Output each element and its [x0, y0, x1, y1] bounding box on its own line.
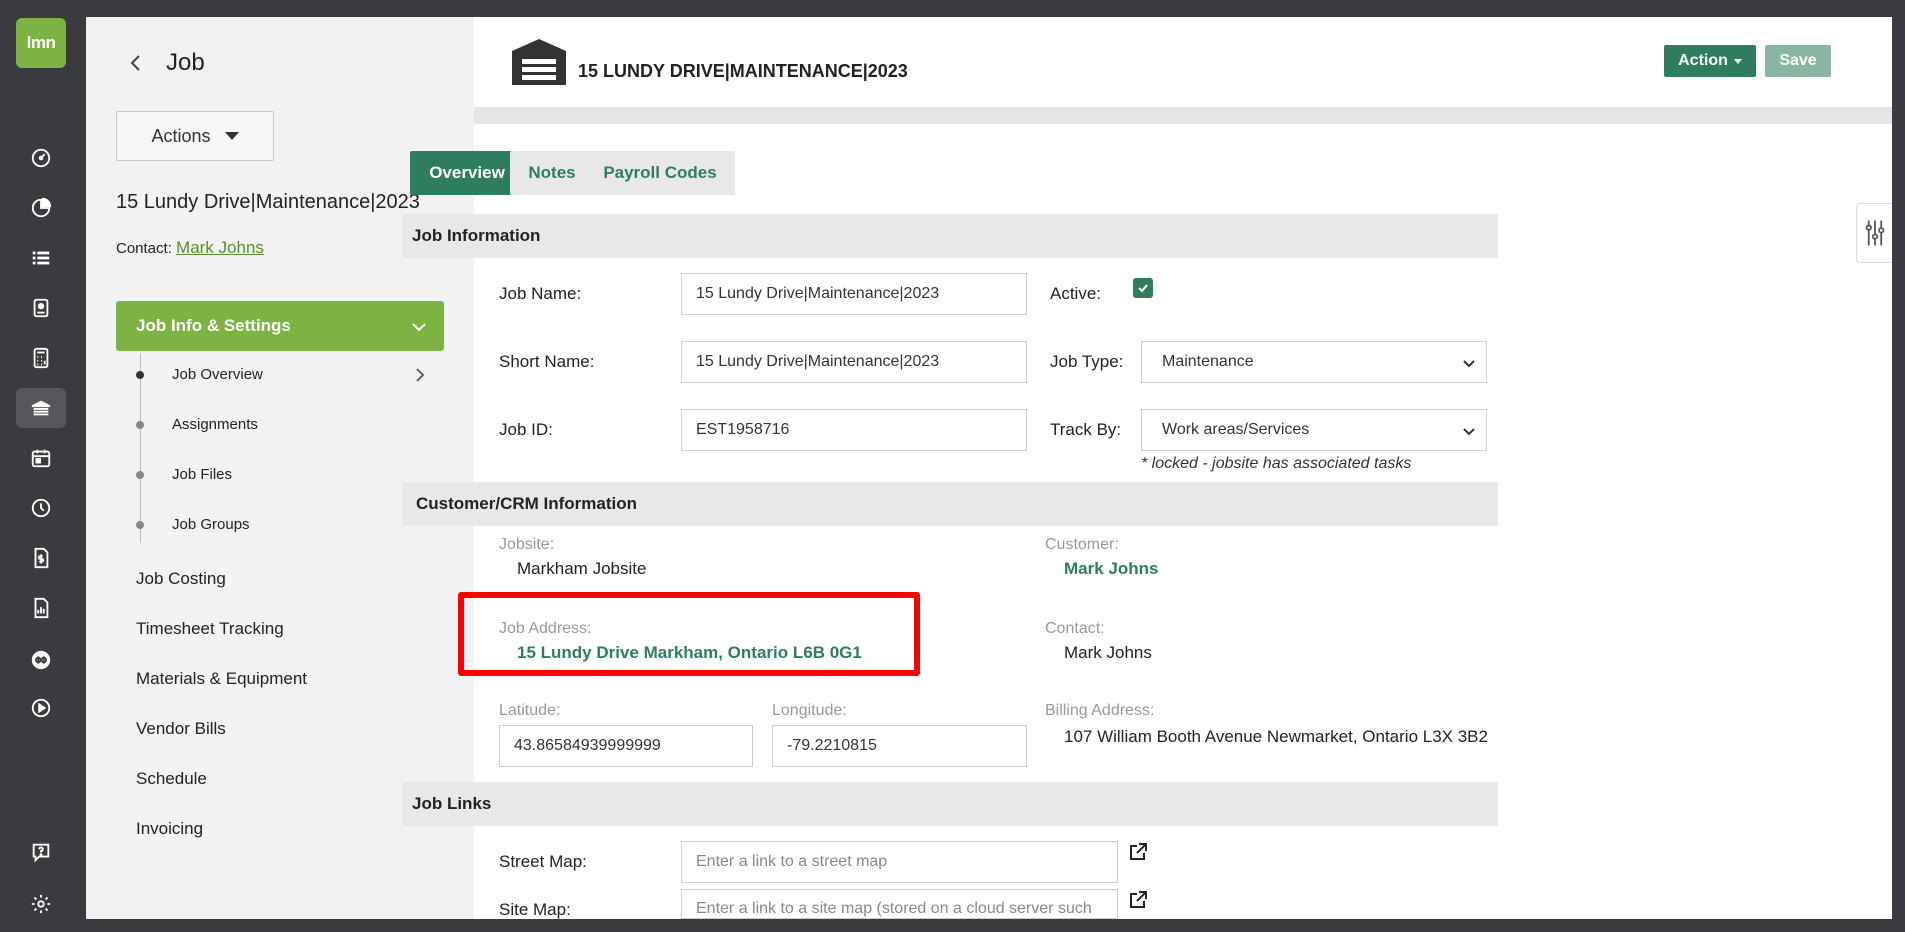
track-by-value: Work areas/Services [1162, 421, 1310, 438]
chevron-down-icon [412, 323, 426, 332]
header-title: 15 LUNDY DRIVE|MAINTENANCE|2023 [578, 61, 908, 81]
back-chevron-icon[interactable] [126, 53, 146, 73]
quickbooks-icon[interactable] [16, 640, 66, 680]
check-icon [1138, 284, 1148, 293]
section-label: Job Info & Settings [136, 316, 291, 335]
logo-text: lmn [26, 33, 56, 52]
track-by-select[interactable]: Work areas/Services [1141, 409, 1487, 451]
subitem-assignments[interactable]: Assignments [172, 416, 258, 433]
longitude-label: Longitude: [772, 702, 847, 719]
external-link-icon[interactable] [1128, 890, 1148, 910]
nav-schedule[interactable]: Schedule [136, 769, 207, 789]
invoice-icon[interactable] [16, 538, 66, 578]
report-icon[interactable] [16, 588, 66, 628]
job-id-label: Job ID: [499, 420, 553, 439]
chart-pie-icon[interactable] [16, 188, 66, 228]
job-name-input[interactable]: 15 Lundy Drive|Maintenance|2023 [681, 273, 1027, 315]
job-type-select[interactable]: Maintenance [1141, 341, 1487, 383]
subitem-job-groups[interactable]: Job Groups [172, 516, 250, 533]
tree-dot [136, 521, 144, 529]
highlight-box [458, 592, 920, 676]
contact-label: Contact: [1045, 620, 1105, 637]
settings-sliders-button[interactable] [1856, 203, 1892, 263]
customer-label: Customer: [1045, 536, 1119, 553]
job-title: 15 Lundy Drive|Maintenance|2023 [116, 191, 420, 213]
tree-dot [136, 471, 144, 479]
job-id-input[interactable]: EST1958716 [681, 409, 1027, 451]
site-map-input[interactable]: Enter a link to a site map (stored on a … [681, 889, 1118, 919]
actions-button[interactable]: Actions [116, 111, 274, 161]
frame-bottom [86, 919, 1892, 932]
sliders-icon [1865, 220, 1884, 246]
dashboard-icon[interactable] [16, 138, 66, 178]
job-icon[interactable] [16, 388, 66, 428]
sidebar-title: Job [166, 49, 205, 76]
nav-materials-equipment[interactable]: Materials & Equipment [136, 669, 307, 689]
clock-icon[interactable] [16, 488, 66, 528]
nav-invoicing[interactable]: Invoicing [136, 819, 203, 839]
latitude-label: Latitude: [499, 702, 561, 719]
site-map-label: Site Map: [499, 900, 571, 919]
job-information-header: Job Information [402, 214, 1498, 258]
chevron-right-icon [416, 368, 425, 382]
nav-job-costing[interactable]: Job Costing [136, 569, 226, 589]
caret-down-icon [1733, 58, 1742, 64]
play-icon[interactable] [16, 688, 66, 728]
short-name-label: Short Name: [499, 352, 595, 371]
job-links-header: Job Links [402, 782, 1498, 826]
header-divider [474, 107, 1892, 124]
latitude-input[interactable]: 43.86584939999999 [499, 725, 753, 767]
chevron-down-icon [1463, 428, 1475, 436]
tree-dot-active [136, 371, 144, 379]
billing-address-label: Billing Address: [1045, 702, 1155, 719]
calendar-icon[interactable] [16, 438, 66, 478]
lmn-logo[interactable]: lmn [16, 18, 66, 68]
subitem-job-overview[interactable]: Job Overview [172, 366, 263, 383]
tab-overview[interactable]: Overview [410, 151, 524, 195]
nav-timesheet-tracking[interactable]: Timesheet Tracking [136, 619, 284, 639]
short-name-input[interactable]: 15 Lundy Drive|Maintenance|2023 [681, 341, 1027, 383]
street-map-input[interactable]: Enter a link to a street map [681, 841, 1118, 883]
job-info-settings-section[interactable]: Job Info & Settings [116, 301, 444, 351]
job-type-value: Maintenance [1162, 353, 1254, 370]
job-header-icon [512, 39, 566, 85]
help-icon[interactable] [16, 832, 66, 872]
track-by-label: Track By: [1050, 420, 1122, 439]
customer-crm-header: Customer/CRM Information [402, 482, 1498, 526]
chevron-down-icon [1463, 360, 1475, 368]
customer-link[interactable]: Mark Johns [1064, 559, 1158, 579]
contact-line: Contact: Mark Johns [116, 238, 264, 258]
nav-vendor-bills[interactable]: Vendor Bills [136, 719, 226, 739]
tree-dot [136, 421, 144, 429]
actions-button-label: Actions [151, 125, 211, 146]
icon-rail: lmn [0, 0, 82, 932]
contact-prefix: Contact: [116, 240, 177, 257]
contact-link[interactable]: Mark Johns [176, 238, 264, 257]
job-type-label: Job Type: [1050, 352, 1124, 371]
jobsite-label: Jobsite: [499, 536, 555, 553]
jobsite-value: Markham Jobsite [517, 559, 647, 578]
subitem-job-files[interactable]: Job Files [172, 466, 232, 483]
clipboard-icon[interactable] [16, 288, 66, 328]
action-button-label: Action [1678, 52, 1728, 69]
longitude-input[interactable]: -79.2210815 [772, 725, 1027, 767]
calculator-icon[interactable] [16, 338, 66, 378]
caret-down-icon [224, 132, 239, 140]
save-button[interactable]: Save [1765, 45, 1831, 77]
tree-line [140, 353, 141, 543]
locked-note: * locked - jobsite has associated tasks [1141, 455, 1412, 472]
job-name-label: Job Name: [499, 284, 582, 303]
list-icon[interactable] [16, 238, 66, 278]
active-label: Active: [1050, 284, 1102, 303]
gear-icon[interactable] [16, 884, 66, 924]
tab-payroll-codes[interactable]: Payroll Codes [585, 151, 735, 195]
contact-value: Mark Johns [1064, 643, 1152, 662]
external-link-icon[interactable] [1128, 842, 1148, 862]
action-button[interactable]: Action [1664, 45, 1756, 77]
street-map-label: Street Map: [499, 852, 587, 871]
billing-address-value: 107 William Booth Avenue Newmarket, Onta… [1064, 727, 1488, 746]
active-checkbox[interactable] [1133, 278, 1153, 298]
tab-notes[interactable]: Notes [510, 151, 594, 195]
